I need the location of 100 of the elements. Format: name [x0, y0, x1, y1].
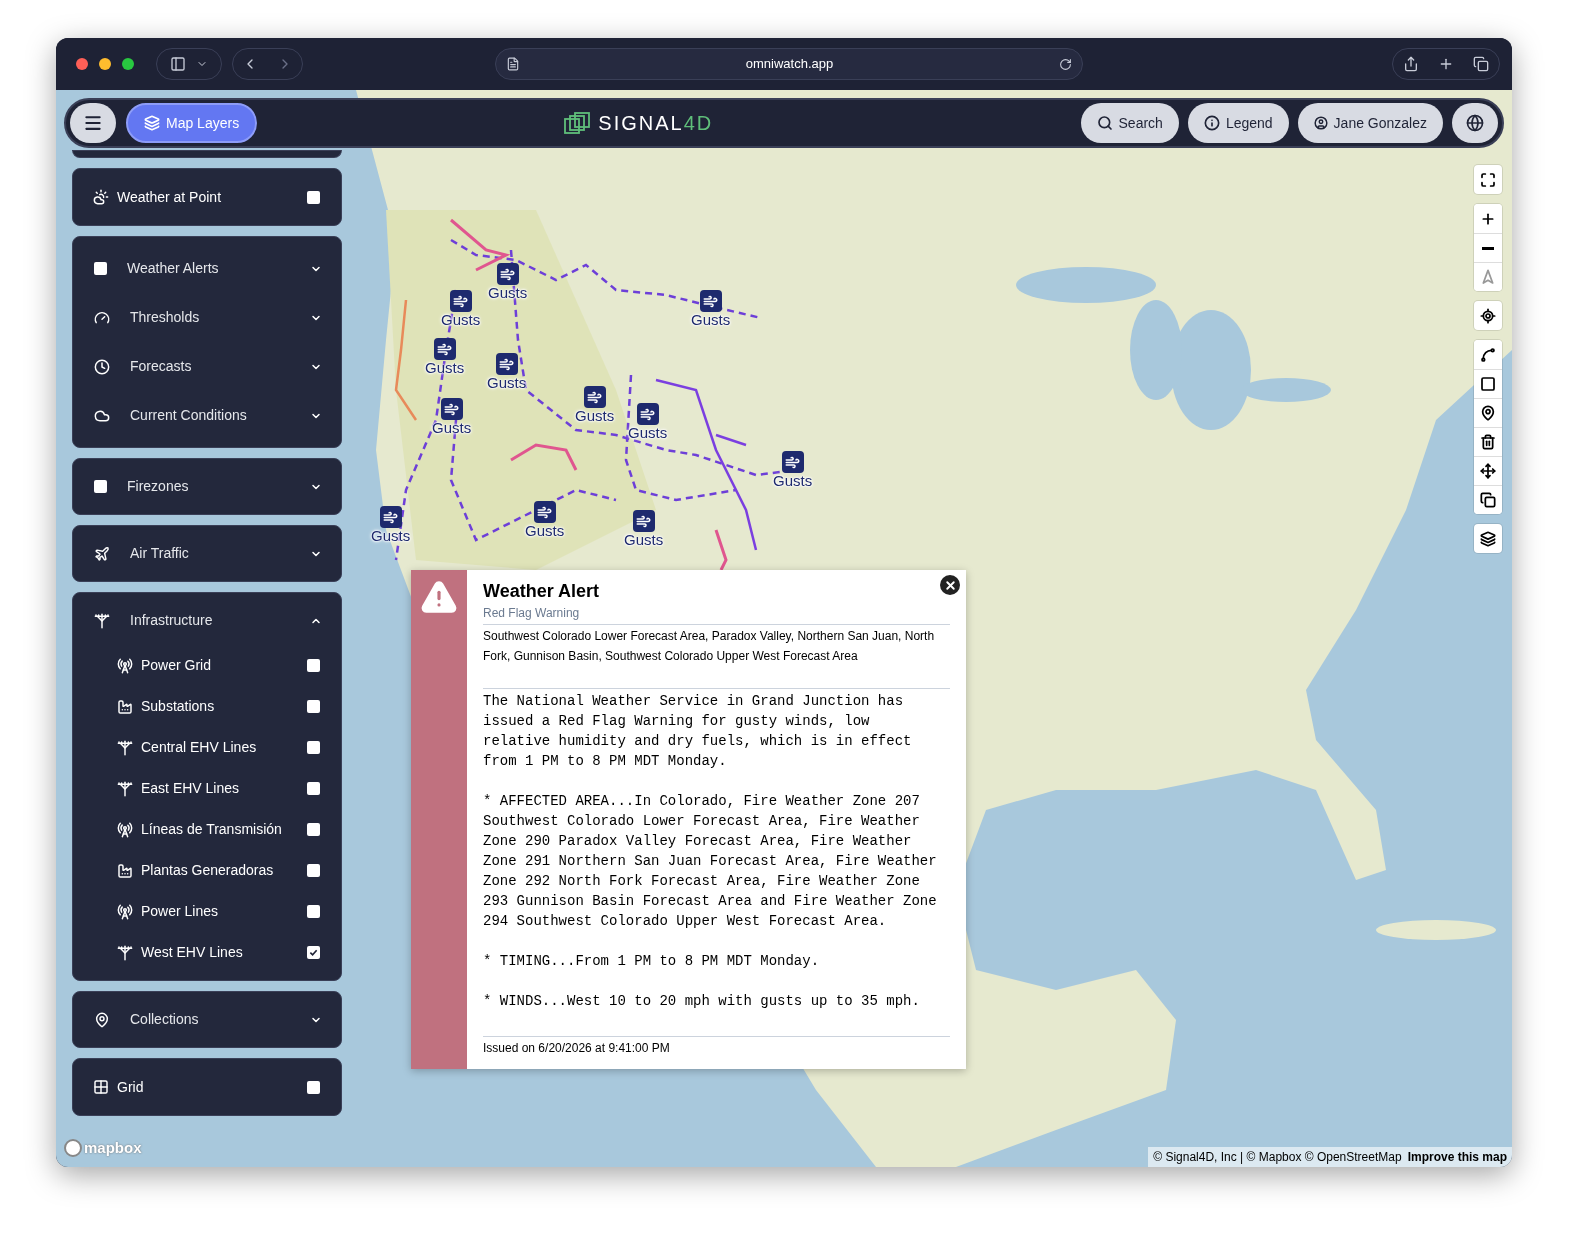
utility-pole-icon — [117, 739, 133, 756]
wind-gust-marker-icon[interactable] — [636, 403, 659, 425]
alert-description: * AFFECTED AREA...In Colorado, Fire Weather Zone 207 Southwest Colorado Lower Forecast Area, Fire Weather Zone 290 Paradox Valley Forecast Area, Fire Weather Zone 291 Northern San Juan Forecast Area, Fire Weather Zone 292 North Fork Forecast Area, Fire Weather Zone 293 Gunnison Basin Forecast Area and Fire Weather Zone 294 Southwest Colorado Upper West Forecast Area. — [483, 792, 938, 931]
layer-label: West EHV Lines — [141, 943, 244, 962]
utility-pole-icon — [117, 944, 133, 961]
share-icon[interactable] — [1402, 56, 1419, 72]
marker-label: Gusts — [432, 420, 472, 436]
checkbox[interactable] — [307, 946, 320, 959]
search-button[interactable]: Search — [1080, 103, 1179, 143]
address-bar[interactable]: omniwatch.app — [495, 48, 1083, 80]
tower-icon — [117, 903, 133, 920]
checkbox[interactable] — [94, 480, 107, 493]
attribution-text: © Signal4D, Inc | © Mapbox © OpenStreetMap — [1153, 1149, 1402, 1166]
checkbox[interactable] — [307, 659, 320, 672]
issued-date: Issued on 6/20/2026 at 9:41:00 PM — [483, 1036, 950, 1056]
checkbox[interactable] — [307, 782, 320, 795]
marker-label: Gusts — [624, 532, 664, 548]
cloud-sun-icon — [93, 189, 109, 205]
improve-map-link[interactable]: Improve this map — [1407, 1148, 1507, 1166]
fullscreen-button[interactable] — [1474, 165, 1502, 194]
move-icon — [1480, 463, 1496, 479]
url-text: omniwatch.app — [744, 55, 835, 74]
marker-label: Gusts — [488, 285, 528, 301]
checkbox[interactable] — [307, 905, 320, 918]
new-tab-icon[interactable] — [1438, 56, 1454, 72]
popup-title: Weather Alert — [483, 580, 601, 602]
map-layers-button[interactable]: Map Layers — [126, 103, 258, 143]
marker-label: Gusts — [525, 523, 565, 539]
globe-icon — [1466, 114, 1484, 132]
menu-icon — [83, 113, 103, 133]
fullscreen-icon — [1480, 171, 1496, 188]
layer-label: East EHV Lines — [141, 779, 241, 798]
draw-pin-icon — [1480, 405, 1496, 421]
wind-gust-marker-icon[interactable] — [496, 263, 519, 285]
marker-label: Gusts — [487, 375, 527, 391]
wind-gust-marker-icon[interactable] — [433, 338, 456, 360]
wind-gust-marker-icon[interactable] — [379, 506, 402, 528]
layer-label: Weather at Point — [117, 187, 223, 207]
legend-button[interactable]: Legend — [1187, 103, 1289, 143]
checkbox[interactable] — [307, 864, 320, 877]
alert-type: Red Flag Warning — [483, 604, 950, 625]
marker-label: Gusts — [773, 473, 813, 489]
wind-gust-marker-icon[interactable] — [440, 398, 463, 420]
layer-label: Líneas de Transmisión — [141, 820, 283, 839]
gauge-icon — [94, 309, 110, 326]
layer-group-label: Weather Alerts — [127, 259, 220, 278]
tabs-icon[interactable] — [1473, 56, 1490, 72]
user-button[interactable]: Jane Gonzalez — [1297, 103, 1443, 143]
zoom-out-icon — [1482, 246, 1494, 250]
alert-description: * WINDS...West 10 to 20 mph with gusts up to 35 mph. — [483, 992, 921, 1011]
wind-gust-marker-icon[interactable] — [781, 451, 804, 473]
checkbox[interactable] — [307, 741, 320, 754]
close-window-button[interactable] — [76, 58, 88, 70]
layers-icon — [1480, 530, 1496, 547]
tower-icon — [117, 821, 133, 838]
layer-label: Plantas Generadoras — [141, 861, 275, 880]
layer-label: Central EHV Lines — [141, 738, 258, 757]
layers-button[interactable] — [1474, 524, 1502, 553]
layer-group-label: Forecasts — [130, 357, 193, 376]
affected-areas: Southwest Colorado Lower Forecast Area, Paradox Valley, Northern San Juan, North Fork, Gunnison Basin, Southwest Colorado Upper West Forecast Area — [483, 626, 950, 666]
maximize-window-button[interactable] — [122, 58, 134, 70]
wind-gust-marker-icon[interactable] — [632, 510, 655, 532]
locate-button[interactable] — [1474, 301, 1502, 330]
utility-pole-icon — [94, 612, 110, 629]
layer-group-label: Infrastructure — [130, 611, 214, 630]
wind-gust-marker-icon[interactable] — [533, 501, 556, 523]
alert-description: The National Weather Service in Grand Junction has issued a Red Flag Warning for gusty winds, low relative humidity and dry fuels, which is in effect from 1 PM to 8 PM MDT Monday. — [483, 692, 913, 771]
checkbox[interactable] — [307, 823, 320, 836]
layer-group-label: Firezones — [127, 477, 190, 496]
copy-icon — [1480, 492, 1496, 508]
alert-description: * TIMING...From 1 PM to 8 PM MDT Monday. — [483, 952, 821, 971]
wind-gust-marker-icon[interactable] — [495, 353, 518, 375]
draw-line-icon — [1480, 346, 1496, 363]
menu-button[interactable] — [70, 103, 116, 143]
minimize-window-button[interactable] — [99, 58, 111, 70]
mapbox-logo: mapbox — [84, 1137, 142, 1158]
copy-button[interactable] — [1474, 485, 1502, 514]
marker-label: Gusts — [575, 408, 615, 424]
signal4d-logo: SIGNAL4D — [564, 108, 714, 138]
language-button[interactable] — [1452, 103, 1498, 143]
checkbox[interactable] — [307, 1080, 320, 1094]
layer-group-label: Thresholds — [130, 308, 201, 327]
trash-icon — [1480, 434, 1496, 450]
checkbox[interactable] — [307, 700, 320, 713]
factory-icon — [117, 862, 133, 879]
search-icon — [1096, 115, 1113, 131]
wind-gust-marker-icon[interactable] — [449, 290, 472, 312]
wind-gust-marker-icon[interactable] — [583, 386, 606, 408]
marker-label: Gusts — [691, 312, 731, 328]
layer-group-label: Air Traffic — [130, 544, 190, 563]
close-button[interactable] — [940, 575, 960, 595]
marker-label: Gusts — [425, 360, 465, 376]
marker-label: Gusts — [371, 528, 411, 544]
layer-group-label: Current Conditions — [130, 406, 248, 425]
checkbox[interactable] — [94, 262, 107, 275]
layer-label: Grid — [117, 1077, 145, 1097]
checkbox[interactable] — [307, 190, 320, 204]
compass-icon — [1480, 269, 1496, 285]
wind-gust-marker-icon[interactable] — [699, 290, 722, 312]
reload-icon[interactable] — [1059, 57, 1072, 71]
